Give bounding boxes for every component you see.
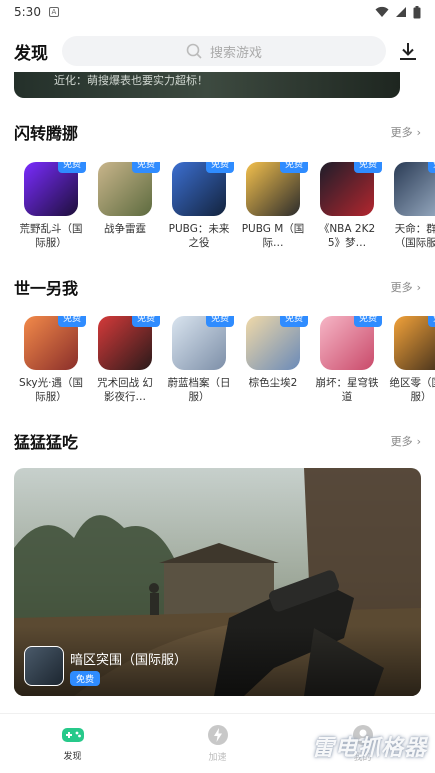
section-header-3: 猛猛猛吃 更多 › <box>14 429 421 453</box>
feature-game-icon <box>24 646 64 686</box>
game-icon: 免费 <box>24 316 86 370</box>
section-title: 闪转腾挪 <box>14 124 79 143</box>
game-name: 崩坏：星穹铁道 <box>315 377 379 403</box>
page-title: 发现 <box>14 43 48 64</box>
free-tag: 免费 <box>205 316 234 327</box>
game-item[interactable]: 免费《NBA 2K25》梦… <box>310 162 384 262</box>
battery-icon <box>413 5 421 18</box>
more-link[interactable]: 更多 › <box>391 433 421 449</box>
game-name: 战争雷霆 <box>104 223 146 235</box>
game-icon: 免费 <box>98 162 160 216</box>
section-title: 猛猛猛吃 <box>14 433 79 452</box>
more-link[interactable]: 更多 › <box>391 279 421 295</box>
search-placeholder: 搜索游戏 <box>209 45 262 61</box>
tab-discover[interactable]: 发现 <box>0 714 145 773</box>
game-icon: 免费 <box>98 316 160 370</box>
section-header-2: 世一另我 更多 › <box>14 275 421 299</box>
top-banner-text: 近化：萌搜爆表也要实力超标！ <box>54 74 208 87</box>
game-icon: 免费 <box>394 162 435 216</box>
game-icon: 免费 <box>320 162 382 216</box>
download-icon <box>400 43 416 60</box>
game-icon: 免费 <box>246 316 308 370</box>
lightning-icon <box>207 725 228 745</box>
game-item[interactable]: 免费战争雷霆 <box>88 162 162 262</box>
section-header-1: 闪转腾挪 更多 › <box>14 120 421 144</box>
game-name: PUBG：未来之役 <box>168 223 230 249</box>
game-name: 天命：群星（国际服） <box>394 223 435 249</box>
game-name: PUBG M（国际… <box>241 223 305 249</box>
tab-boost[interactable]: 加速 <box>145 714 290 773</box>
game-item[interactable]: 免费 Sky光·遇（国际服） <box>14 316 88 416</box>
chevron-right-icon: › <box>416 434 421 448</box>
status-icons <box>375 5 421 19</box>
free-tag: 免费 <box>57 316 86 327</box>
game-name: 荒野乱斗（国际服） <box>19 223 83 249</box>
notification-icon: A <box>48 7 59 17</box>
free-tag: 免费 <box>205 162 234 173</box>
free-tag: 免费 <box>427 316 435 327</box>
game-item[interactable]: 免费荒野乱斗（国际服） <box>14 162 88 262</box>
chevron-right-icon: › <box>416 280 421 294</box>
feature-game-name: 暗区突围（国际服） <box>70 653 188 668</box>
section-title: 世一另我 <box>14 279 79 298</box>
game-row-1: 免费 荒野乱斗（国际服） 免费 战争雷霆 免费 PUBG：未来之役 免费 PUBG M（国际…… <box>14 162 435 262</box>
download-button[interactable] <box>395 38 421 64</box>
game-name: 棕色尘埃2 <box>248 377 298 389</box>
free-tag: 免费 <box>57 162 86 173</box>
chevron-right-icon: › <box>416 125 421 139</box>
game-name: 绝区零（国际服） <box>389 377 435 403</box>
game-item[interactable]: 免费棕色尘埃2 <box>236 316 310 416</box>
game-item[interactable]: 免费蔚蓝档案（日服） <box>162 316 236 416</box>
header: 发现 搜索游戏 <box>0 32 435 70</box>
free-tag: 免费 <box>70 671 101 686</box>
game-item[interactable]: 免费绝区零（国际服） <box>384 316 435 416</box>
status-time: 5:30 <box>14 5 41 19</box>
game-item[interactable]: 免费咒术回战 幻影夜行… <box>88 316 162 416</box>
game-item[interactable]: 免费崩坏：星穹铁道 <box>310 316 384 416</box>
game-icon: 免费 <box>246 162 308 216</box>
game-item[interactable]: 免费 PUBG：未来之役 <box>162 162 236 262</box>
free-tag: 免费 <box>279 316 308 327</box>
tab-label: 发现 <box>63 752 82 762</box>
game-name: 咒术回战 幻影夜行… <box>97 377 153 403</box>
game-name: 蔚蓝档案（日服） <box>167 377 231 403</box>
free-tag: 免费 <box>279 162 308 173</box>
free-tag: 免费 <box>131 162 160 173</box>
game-item[interactable]: 免费天命：群星（国际服） <box>384 162 435 262</box>
tab-label: 加速 <box>208 753 227 763</box>
game-name: 《NBA 2K25》梦… <box>318 223 376 249</box>
status-bar: 5:30 A <box>0 0 435 24</box>
game-name: Sky光·遇（国际服） <box>19 377 83 403</box>
search-icon <box>186 43 202 59</box>
top-banner[interactable]: 近化：萌搜爆表也要实力超标！ <box>14 72 400 98</box>
game-icon: 免费 <box>320 316 382 370</box>
game-row-2: 免费 Sky光·遇（国际服） 免费 咒术回战 幻影夜行… 免费 蔚蓝档案（日服） 免费 棕色尘… <box>14 316 435 416</box>
signal-icon <box>396 7 406 17</box>
game-icon: 免费 <box>394 316 435 370</box>
game-icon: 免费 <box>172 162 234 216</box>
wifi-icon <box>375 6 389 17</box>
game-item[interactable]: 免费 PUBG M（国际… <box>236 162 310 262</box>
more-link[interactable]: 更多 › <box>391 124 421 140</box>
gamepad-icon <box>61 728 84 742</box>
search-input[interactable]: 搜索游戏 <box>62 36 386 66</box>
game-icon: 免费 <box>24 162 86 216</box>
feature-card[interactable]: 暗区突围（国际服） 免费 <box>14 468 421 696</box>
free-tag: 免费 <box>131 316 160 327</box>
game-icon: 免费 <box>172 316 234 370</box>
free-tag: 免费 <box>353 162 382 173</box>
feature-info: 暗区突围（国际服） 免费 <box>24 646 187 686</box>
watermark-logo: 雷电抓格器 <box>311 736 427 761</box>
free-tag: 免费 <box>427 162 435 173</box>
free-tag: 免费 <box>353 316 382 327</box>
